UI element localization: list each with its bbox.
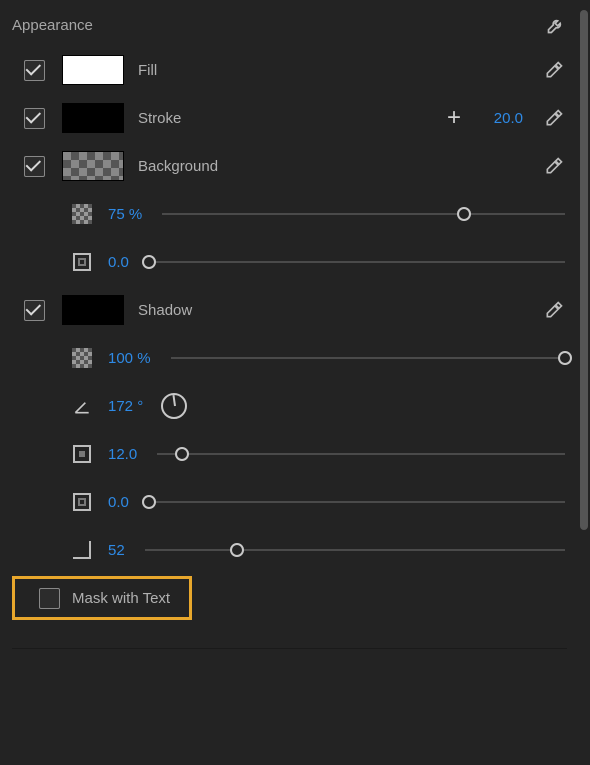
mask-with-text-row[interactable]: Mask with Text [12,576,192,620]
shadow-angle-value[interactable]: 172 ° [108,398,143,415]
background-swatch[interactable] [62,151,124,181]
shadow-opacity-slider[interactable] [171,348,565,368]
fill-swatch[interactable] [62,55,124,85]
background-size-slider[interactable] [149,252,565,272]
size-icon [70,490,94,514]
fill-label: Fill [138,62,157,79]
shadow-opacity-row: 100 % [6,334,575,382]
shadow-size-slider[interactable] [149,492,565,512]
background-size-value[interactable]: 0.0 [108,254,129,271]
shadow-size-value[interactable]: 0.0 [108,494,129,511]
mask-with-text-label: Mask with Text [72,590,170,607]
angle-icon [70,394,94,418]
eyedropper-icon[interactable] [543,107,565,129]
background-opacity-value[interactable]: 75 % [108,206,142,223]
shadow-row: Shadow [6,286,575,334]
shadow-distance-value[interactable]: 12.0 [108,446,137,463]
scrollbar[interactable] [580,10,588,530]
mask-with-text-checkbox[interactable] [39,588,60,609]
shadow-label: Shadow [138,302,192,319]
shadow-angle-knob[interactable] [161,393,187,419]
appearance-panel: Appearance Fill Stroke + 20.0 [0,0,575,649]
shadow-angle-row: 172 ° [6,382,575,430]
background-toggle[interactable] [24,156,45,177]
panel-title: Appearance [12,17,93,34]
background-opacity-slider[interactable] [162,204,565,224]
stroke-row: Stroke + 20.0 [6,94,575,142]
eyedropper-icon[interactable] [543,59,565,81]
stroke-width-value[interactable]: 20.0 [487,110,523,127]
shadow-distance-row: 12.0 [6,430,575,478]
shadow-swatch[interactable] [62,295,124,325]
wrench-icon[interactable] [545,14,567,36]
stroke-toggle[interactable] [24,108,45,129]
shadow-size-row: 0.0 [6,478,575,526]
panel-header: Appearance [6,6,575,46]
stroke-swatch[interactable] [62,103,124,133]
shadow-blur-value[interactable]: 52 [108,542,125,559]
shadow-blur-slider[interactable] [145,540,565,560]
shadow-opacity-value[interactable]: 100 % [108,350,151,367]
shadow-blur-row: 52 [6,526,575,574]
opacity-icon [70,202,94,226]
background-opacity-row: 75 % [6,190,575,238]
add-stroke-icon[interactable]: + [447,104,461,132]
background-size-row: 0.0 [6,238,575,286]
size-icon [70,250,94,274]
fill-row: Fill [6,46,575,94]
background-row: Background [6,142,575,190]
shadow-toggle[interactable] [24,300,45,321]
shadow-distance-slider[interactable] [157,444,565,464]
blur-icon [70,538,94,562]
panel-divider [12,648,567,649]
stroke-label: Stroke [138,110,181,127]
eyedropper-icon[interactable] [543,155,565,177]
background-label: Background [138,158,218,175]
distance-icon [70,442,94,466]
opacity-icon [70,346,94,370]
eyedropper-icon[interactable] [543,299,565,321]
fill-toggle[interactable] [24,60,45,81]
